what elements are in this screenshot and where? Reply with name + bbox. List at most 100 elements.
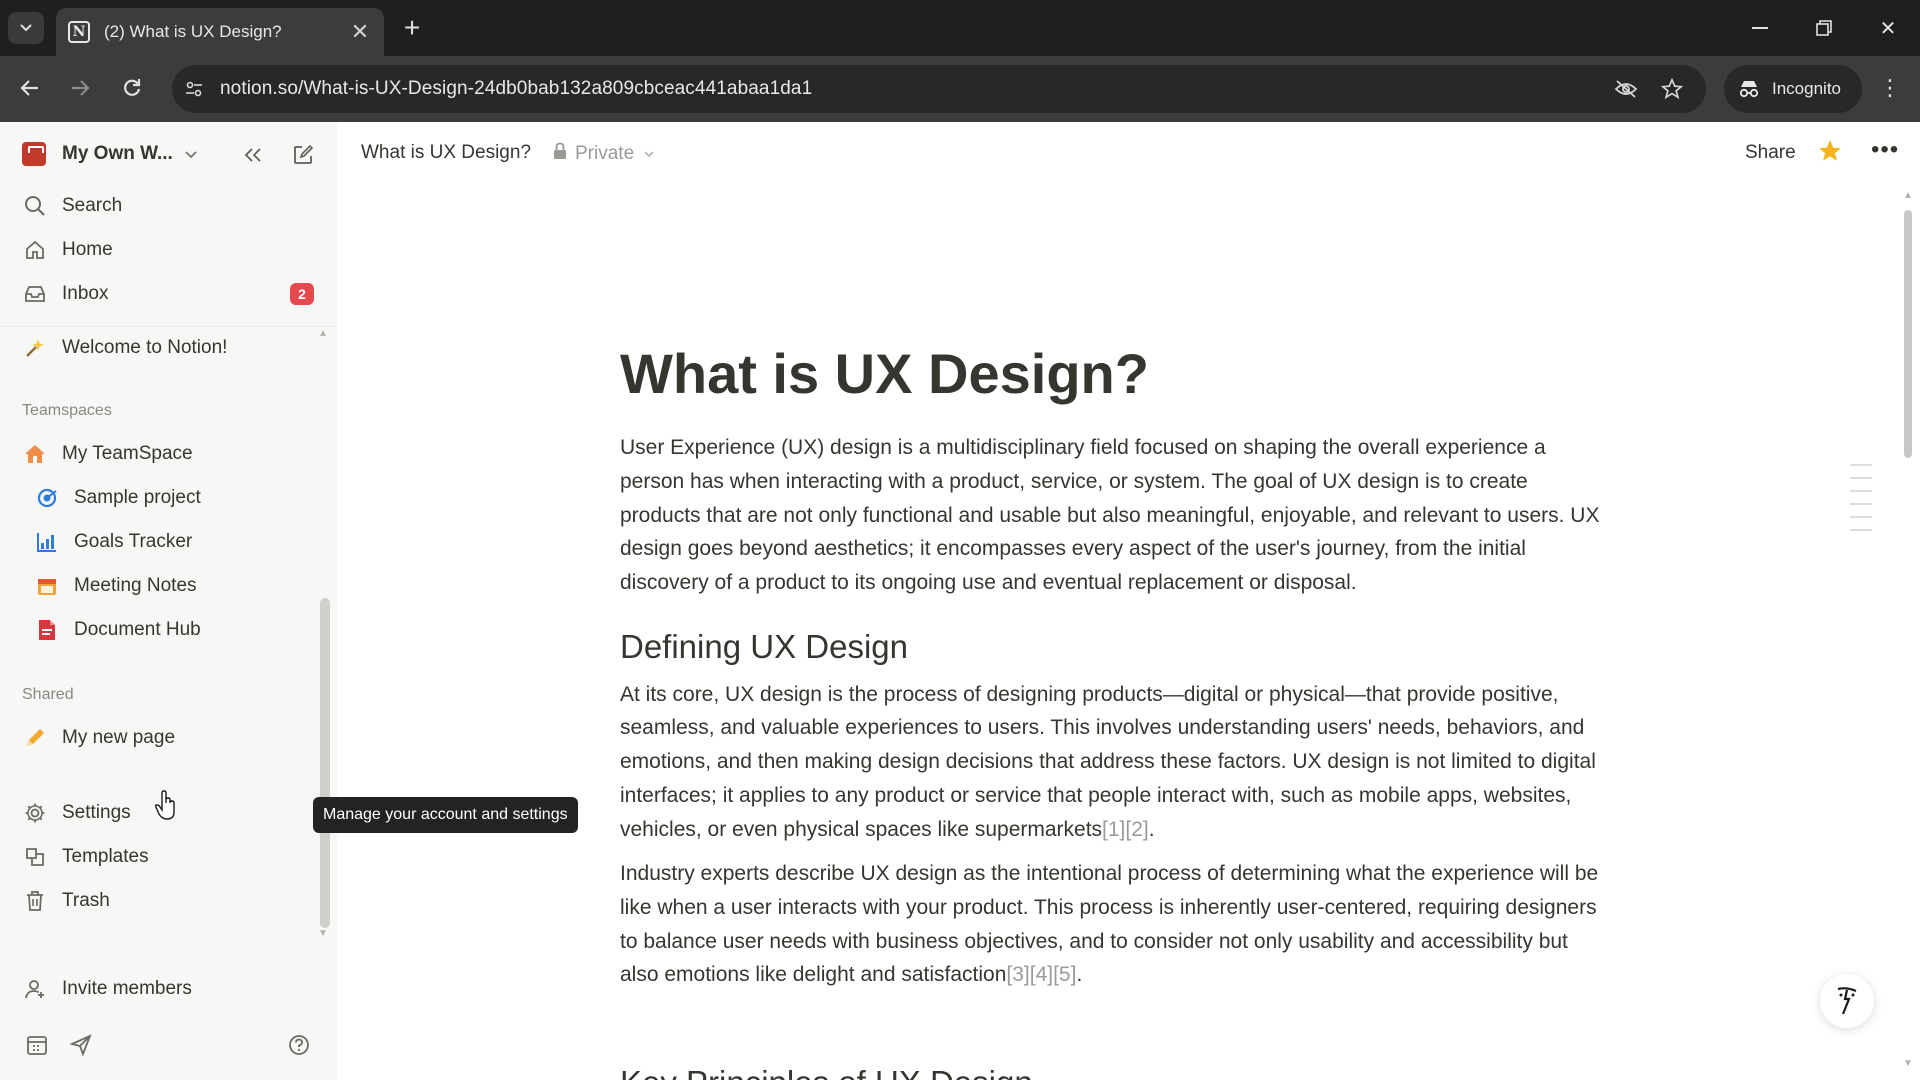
citation-link[interactable]: [1][2] xyxy=(1102,818,1149,841)
favorite-star-icon[interactable] xyxy=(1817,138,1843,171)
share-button[interactable]: Share xyxy=(1745,142,1796,164)
incognito-indicator[interactable]: Incognito xyxy=(1724,65,1862,113)
workspace-briefcase-icon xyxy=(22,142,46,166)
sidebar-item-meeting-notes[interactable]: Meeting Notes xyxy=(34,567,334,605)
sidebar-item-label: Search xyxy=(62,195,123,216)
sidebar-item-label: My TeamSpace xyxy=(62,443,193,464)
sidebar-item-label: Invite members xyxy=(62,978,192,999)
invite-user-icon xyxy=(22,976,48,1002)
reload-icon[interactable] xyxy=(114,70,150,106)
sidebar-item-label: Templates xyxy=(62,846,149,867)
target-icon xyxy=(34,485,60,511)
scroll-up-arrow-icon[interactable]: ▲ xyxy=(1903,190,1913,201)
sidebar-item-label: Trash xyxy=(62,890,110,911)
collapse-sidebar-icon[interactable] xyxy=(238,140,268,170)
shared-heading: Shared xyxy=(22,686,74,703)
sidebar-item-goals-tracker[interactable]: Goals Tracker xyxy=(34,523,334,561)
tab-search-button[interactable] xyxy=(8,12,44,44)
sidebar-item-welcome[interactable]: Welcome to Notion! xyxy=(22,329,322,367)
chevron-down-icon xyxy=(185,146,197,162)
sidebar: My Own W... Search Home Inbox 2 ▲ Welcom xyxy=(0,122,337,1080)
sparkle-icon xyxy=(22,335,48,361)
sidebar-item-search[interactable]: Search xyxy=(22,187,322,225)
sidebar-item-document-hub[interactable]: Document Hub xyxy=(34,611,334,649)
page-topbar: What is UX Design? Private Share ••• xyxy=(337,122,1920,184)
sidebar-item-label: Inbox xyxy=(62,283,109,304)
chevron-down-icon xyxy=(644,147,654,161)
back-icon[interactable] xyxy=(12,70,48,106)
body-paragraph[interactable]: At its core, UX design is the process of… xyxy=(620,678,1610,847)
invite-members-button[interactable]: Invite members xyxy=(22,970,322,1008)
privacy-dropdown[interactable]: Private xyxy=(553,142,654,166)
templates-icon xyxy=(22,844,48,870)
body-paragraph[interactable]: Industry experts describe UX design as t… xyxy=(620,857,1610,992)
browser-menu-icon[interactable]: ⋮ xyxy=(1878,70,1902,106)
incognito-label: Incognito xyxy=(1772,79,1841,98)
sidebar-item-label: Settings xyxy=(62,802,131,823)
page-content: What is UX Design? User Experience (UX) … xyxy=(620,340,1610,1003)
tab-title: (2) What is UX Design? xyxy=(104,22,282,41)
calendar-icon xyxy=(34,573,60,599)
forward-icon[interactable] xyxy=(62,70,98,106)
more-options-icon[interactable]: ••• xyxy=(1871,136,1899,164)
address-bar[interactable]: notion.so/What-is-UX-Design-24db0bab132a… xyxy=(172,65,1706,113)
scroll-down-arrow-icon[interactable]: ▼ xyxy=(318,928,328,939)
section-heading[interactable]: Defining UX Design xyxy=(620,628,1610,666)
mouse-pointer-icon xyxy=(154,790,178,827)
send-icon[interactable] xyxy=(66,1030,96,1060)
url-text: notion.so/What-is-UX-Design-24db0bab132a… xyxy=(220,78,813,99)
table-of-contents-indicator[interactable] xyxy=(1850,464,1872,542)
sidebar-item-label: Home xyxy=(62,239,113,260)
sidebar-item-home[interactable]: Home xyxy=(22,231,322,269)
minimize-icon[interactable] xyxy=(1740,10,1780,46)
sidebar-item-templates[interactable]: Templates xyxy=(22,838,322,876)
chart-icon xyxy=(34,529,60,555)
close-tab-icon[interactable]: ✕ xyxy=(348,19,372,45)
new-page-icon[interactable] xyxy=(288,140,318,170)
restore-icon[interactable] xyxy=(1804,10,1844,46)
browser-tab-active[interactable]: N (2) What is UX Design? ✕ xyxy=(56,8,384,56)
privacy-label: Private xyxy=(575,143,635,164)
sidebar-divider xyxy=(0,326,337,327)
notion-ai-face-icon xyxy=(1837,987,1857,1015)
sidebar-scrollbar[interactable] xyxy=(320,598,330,928)
paragraph-text: Industry experts describe UX design as t… xyxy=(620,862,1599,987)
trash-icon xyxy=(22,888,48,914)
help-icon[interactable] xyxy=(284,1030,314,1060)
notion-ai-button[interactable] xyxy=(1820,974,1874,1028)
new-tab-button[interactable]: + xyxy=(396,12,428,44)
lock-icon xyxy=(553,142,567,166)
page-title[interactable]: What is UX Design? xyxy=(620,340,1610,407)
sidebar-item-label: Welcome to Notion! xyxy=(62,337,228,358)
calendar-app-icon[interactable] xyxy=(22,1030,52,1060)
next-section-heading[interactable]: Key Principles of UX Design xyxy=(620,1064,1033,1080)
sidebar-item-label: Document Hub xyxy=(74,619,201,640)
gear-icon xyxy=(22,800,48,826)
incognito-icon xyxy=(1739,81,1759,98)
main-scrollbar[interactable] xyxy=(1904,210,1912,458)
scroll-down-arrow-icon[interactable]: ▼ xyxy=(1903,1058,1913,1069)
eye-off-icon[interactable] xyxy=(1612,75,1640,103)
sidebar-item-inbox[interactable]: Inbox xyxy=(22,275,322,313)
home-icon xyxy=(22,237,48,263)
workspace-switcher[interactable]: My Own W... xyxy=(22,142,197,166)
search-icon xyxy=(22,193,48,219)
notion-favicon-icon: N xyxy=(68,21,90,43)
sidebar-item-sample-project[interactable]: Sample project xyxy=(34,479,334,517)
document-icon xyxy=(34,617,60,643)
sidebar-item-my-new-page[interactable]: My new page xyxy=(22,719,322,757)
pencil-icon xyxy=(22,725,48,751)
sidebar-item-trash[interactable]: Trash xyxy=(22,882,322,920)
site-settings-icon[interactable] xyxy=(180,75,208,103)
workspace-name: My Own W... xyxy=(62,143,173,164)
browser-toolbar: notion.so/What-is-UX-Design-24db0bab132a… xyxy=(0,56,1920,122)
citation-link[interactable]: [3][4][5] xyxy=(1006,963,1076,986)
settings-tooltip: Manage your account and settings xyxy=(313,797,578,833)
intro-paragraph[interactable]: User Experience (UX) design is a multidi… xyxy=(620,431,1610,600)
bookmark-star-icon[interactable] xyxy=(1658,75,1686,103)
sidebar-item-my-teamspace[interactable]: My TeamSpace xyxy=(22,435,322,473)
teamspaces-heading: Teamspaces xyxy=(22,402,112,419)
breadcrumb[interactable]: What is UX Design? xyxy=(361,142,531,164)
inbox-unread-badge: 2 xyxy=(290,283,314,305)
close-window-icon[interactable]: ✕ xyxy=(1868,10,1908,46)
